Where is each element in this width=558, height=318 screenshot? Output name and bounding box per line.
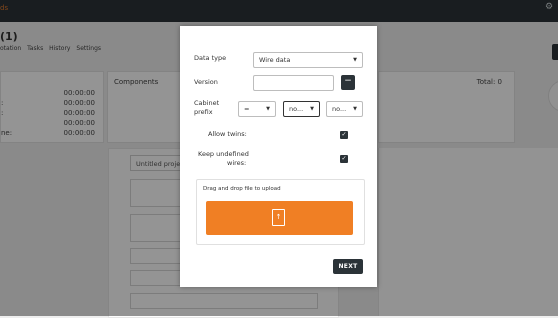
keep-undefined-label-line2: wires: (227, 159, 247, 167)
allow-twins-label: Allow twins: (208, 130, 247, 138)
version-input[interactable] (253, 75, 334, 91)
chevron-down-icon: ▼ (310, 106, 314, 112)
chevron-down-icon: ▼ (353, 57, 357, 63)
upload-button[interactable]: ↑ (206, 201, 353, 235)
data-type-select[interactable]: Wire data ▼ (253, 52, 363, 68)
next-button[interactable]: NEXT (333, 259, 363, 274)
remove-version-button[interactable]: − (341, 75, 355, 90)
prefix-select-3[interactable]: no... ▼ (326, 101, 363, 117)
chevron-down-icon: ▼ (266, 106, 270, 112)
cabinet-prefix-label-line1: Cabinet (194, 99, 220, 107)
keep-undefined-checkbox[interactable]: ✓ (340, 155, 348, 163)
prefix-select-1-value: = (244, 105, 250, 113)
data-type-value: Wire data (259, 56, 291, 64)
file-upload-icon: ↑ (272, 209, 285, 226)
dropzone-label: Drag and drop file to upload (203, 186, 281, 192)
prefix-select-1[interactable]: = ▼ (238, 101, 276, 117)
keep-undefined-label-line1: Keep undefined (198, 150, 249, 158)
prefix-select-3-value: no... (332, 105, 347, 113)
data-type-label: Data type (194, 54, 227, 62)
cabinet-prefix-label-line2: prefix (194, 108, 213, 116)
version-label: Version (194, 78, 218, 86)
allow-twins-checkbox[interactable]: ✓ (340, 131, 348, 139)
chevron-down-icon: ▼ (353, 106, 357, 112)
prefix-select-2-value: no... (289, 105, 304, 113)
prefix-select-2[interactable]: no... ▼ (283, 101, 320, 117)
file-dropzone[interactable]: Drag and drop file to upload ↑ (196, 179, 365, 245)
